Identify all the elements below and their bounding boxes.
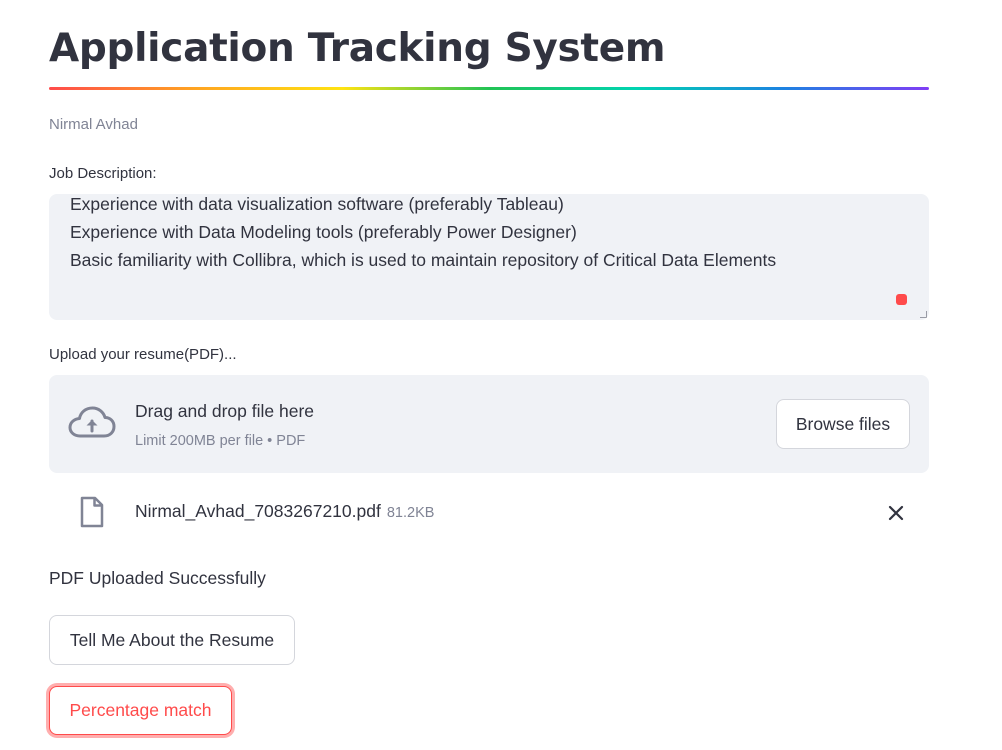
file-dropzone[interactable]: Drag and drop file here Limit 200MB per … xyxy=(49,375,929,473)
job-description-line: Basic familiarity with Collibra, which i… xyxy=(70,250,777,270)
dropzone-limit: Limit 200MB per file • PDF xyxy=(135,433,306,449)
file-icon xyxy=(80,496,104,528)
percentage-match-button[interactable]: Percentage match xyxy=(49,686,232,735)
close-icon[interactable] xyxy=(885,502,907,524)
tell-me-about-resume-button[interactable]: Tell Me About the Resume xyxy=(49,615,295,665)
page-title: Application Tracking System xyxy=(49,26,666,71)
resize-handle-icon[interactable] xyxy=(920,311,927,318)
author-caption: Nirmal Avhad xyxy=(49,116,138,133)
job-description-textarea[interactable]: Experience with data visualization softw… xyxy=(49,194,929,320)
app-page: Application Tracking System Nirmal Avhad… xyxy=(0,0,1002,750)
job-description-text: Experience with data visualization softw… xyxy=(70,194,910,274)
job-description-line: Experience with Data Modeling tools (pre… xyxy=(70,222,577,242)
uploaded-file-name: Nirmal_Avhad_7083267210.pdf 81.2KB xyxy=(135,501,434,522)
resume-upload-label: Upload your resume(PDF)... xyxy=(49,346,237,363)
cloud-upload-icon xyxy=(68,406,116,438)
job-description-line: Experience with data visualization softw… xyxy=(70,194,564,214)
job-description-label: Job Description: xyxy=(49,165,157,182)
browse-files-button[interactable]: Browse files xyxy=(776,399,910,449)
uploaded-file-row: Nirmal_Avhad_7083267210.pdf 81.2KB xyxy=(49,490,929,534)
extension-indicator-icon[interactable] xyxy=(896,294,907,305)
file-name-text: Nirmal_Avhad_7083267210.pdf xyxy=(135,501,381,521)
title-divider xyxy=(49,87,929,90)
dropzone-instructions: Drag and drop file here xyxy=(135,401,314,421)
upload-status-message: PDF Uploaded Successfully xyxy=(49,568,266,588)
file-size: 81.2KB xyxy=(386,505,435,521)
